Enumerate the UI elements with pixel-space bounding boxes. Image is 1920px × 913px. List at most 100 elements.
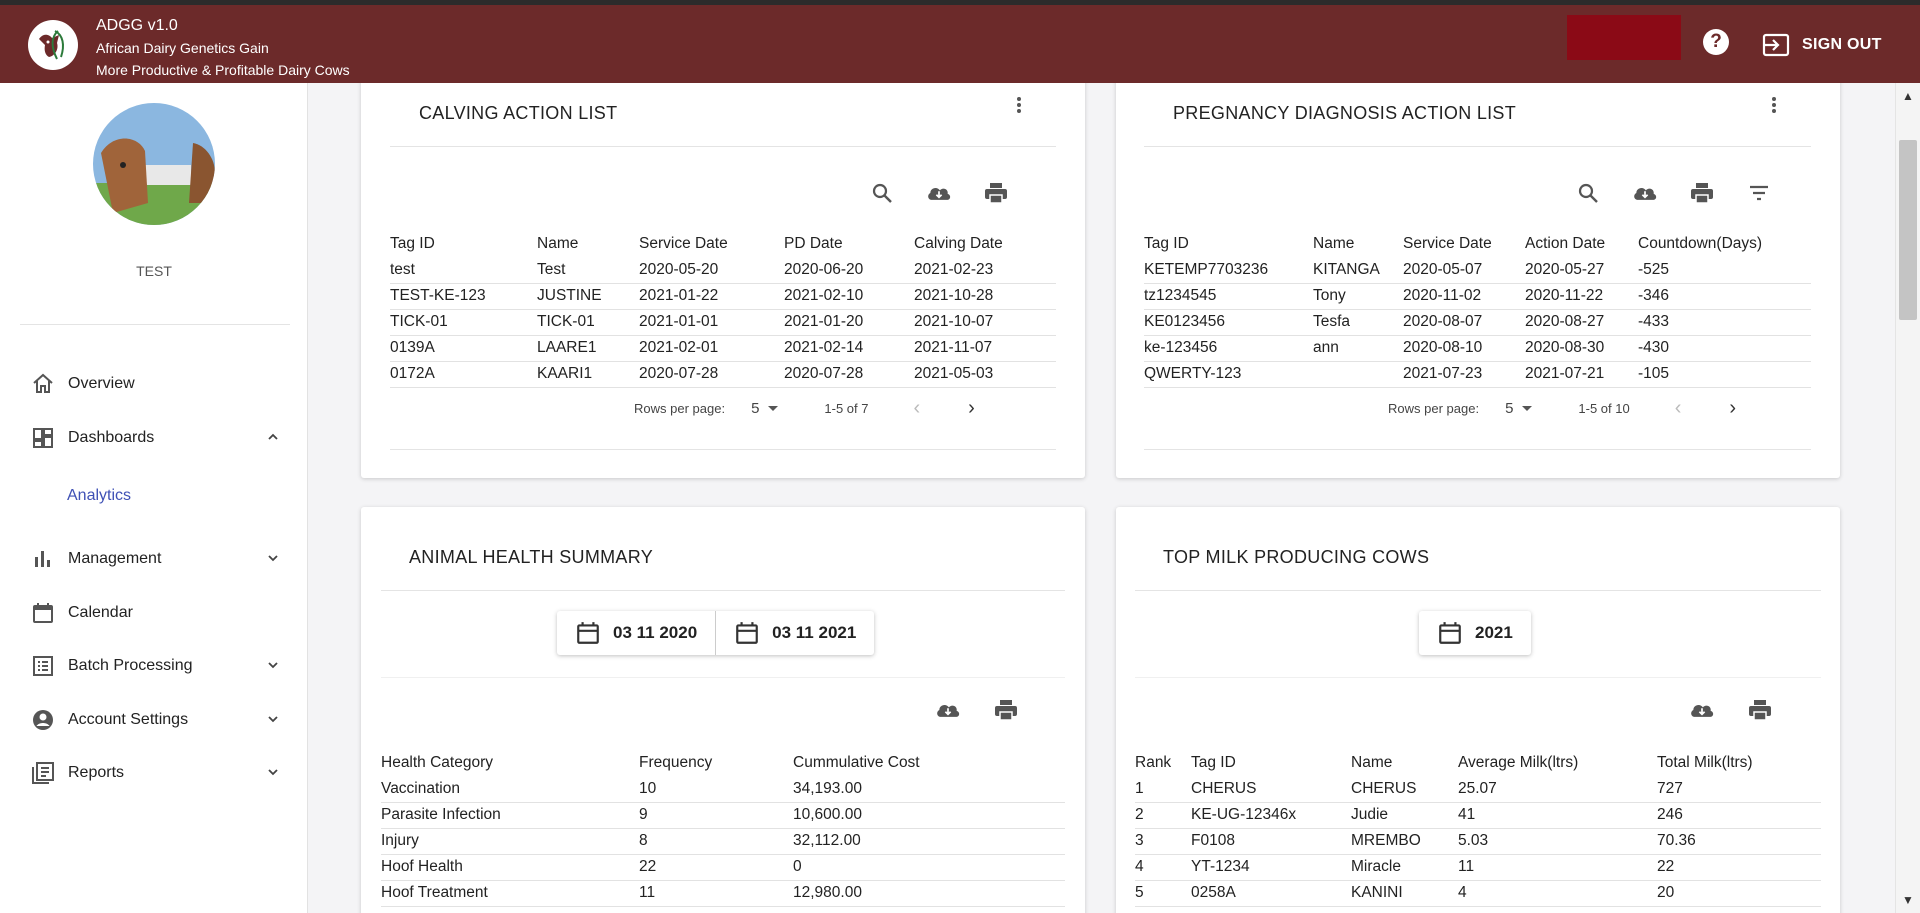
chevron-up-icon	[266, 430, 280, 449]
more-options-icon[interactable]	[1016, 95, 1022, 115]
sidebar-item-account-settings[interactable]: Account Settings	[30, 704, 280, 736]
sidebar-subitem-analytics[interactable]: Analytics	[67, 487, 131, 505]
dashboard-icon	[30, 425, 56, 451]
table-row[interactable]: TICK-01 TICK-01 2021-01-01 2021-01-20 2021-1…	[390, 309, 1056, 336]
date-to-button[interactable]: 03 11 2021	[715, 611, 874, 655]
column-header[interactable]: Rank	[1135, 750, 1191, 776]
table-row[interactable]: 0139A LAARE1 2021-02-01 2021-02-14 2021-11-0…	[390, 335, 1056, 362]
card-divider	[1135, 590, 1821, 591]
rows-per-page-select[interactable]: 5	[1505, 400, 1533, 417]
print-icon[interactable]	[1747, 697, 1773, 723]
scroll-down-arrow-icon[interactable]: ▼	[1902, 893, 1914, 907]
avatar[interactable]	[93, 103, 215, 225]
column-header[interactable]: Cummulative Cost	[793, 750, 1065, 776]
app-header: ADGG v1.0 African Dairy Genetics Gain Mo…	[0, 5, 1920, 83]
sidebar-item-batch-processing[interactable]: Batch Processing	[30, 650, 280, 682]
table-row[interactable]: 2 KE-UG-12346x Judie 41 246	[1135, 802, 1821, 829]
table-row[interactable]: Hoof Treatment 11 12,980.00	[381, 880, 1065, 907]
table-cell: 2020-05-07	[1403, 257, 1525, 284]
table-row[interactable]: 4 YT-1234 Miracle 11 22	[1135, 854, 1821, 881]
column-header[interactable]: Action Date	[1525, 231, 1638, 257]
table-cell: Judie	[1351, 802, 1458, 829]
sidebar-item-label: Dashboards	[68, 429, 155, 446]
sidebar-item-management[interactable]: Management	[30, 543, 280, 575]
column-header[interactable]: Average Milk(ltrs)	[1458, 750, 1657, 776]
more-options-icon[interactable]	[1771, 95, 1777, 115]
table-cell: 2020-07-28	[639, 361, 784, 388]
scrollbar-thumb[interactable]	[1899, 140, 1917, 320]
column-header[interactable]: Tag ID	[1191, 750, 1351, 776]
table-cell: 0172A	[390, 361, 537, 388]
column-header[interactable]: Calving Date	[914, 231, 1056, 257]
download-icon[interactable]	[935, 697, 961, 723]
table-row[interactable]: ke-123456 ann 2020-08-10 2020-08-30 -430	[1144, 335, 1811, 362]
sidebar-item-calendar[interactable]: Calendar	[30, 597, 280, 629]
table-row[interactable]: test Test 2020-05-20 2020-06-20 2021-02-23	[390, 257, 1056, 284]
table-cell: 2020-06-20	[784, 257, 914, 284]
help-icon[interactable]: ?	[1703, 29, 1729, 55]
column-header[interactable]: Name	[1351, 750, 1458, 776]
print-icon[interactable]	[993, 697, 1019, 723]
column-header[interactable]: Service Date	[639, 231, 784, 257]
column-header[interactable]: Tag ID	[390, 231, 537, 257]
column-header[interactable]: PD Date	[784, 231, 914, 257]
table-row[interactable]: Vaccination 10 34,193.00	[381, 776, 1065, 803]
table-row[interactable]: 0172A KAARI1 2020-07-28 2020-07-28 2021-05-0…	[390, 361, 1056, 388]
column-header[interactable]: Frequency	[639, 750, 793, 776]
header-action-button[interactable]	[1567, 15, 1681, 60]
table-cell: 2	[1135, 802, 1191, 829]
table-row[interactable]: KE0123456 Tesfa 2020-08-07 2020-08-27 -433	[1144, 309, 1811, 336]
column-header[interactable]: Name	[1313, 231, 1403, 257]
download-icon[interactable]	[926, 180, 952, 206]
sidebar-item-overview[interactable]: Overview	[30, 368, 280, 400]
column-header[interactable]: Name	[537, 231, 639, 257]
download-icon[interactable]	[1632, 180, 1658, 206]
table-row[interactable]: KETEMP7703236 KITANGA 2020-05-07 2020-05-27…	[1144, 257, 1811, 284]
table-row[interactable]: tz1234545 Tony 2020-11-02 2020-11-22 -346	[1144, 283, 1811, 310]
table-cell: Injury	[381, 828, 639, 855]
table-cell: 2021-01-20	[784, 309, 914, 336]
download-icon[interactable]	[1689, 697, 1715, 723]
table-cell: Hoof Health	[381, 854, 639, 881]
column-header[interactable]: Total Milk(ltrs)	[1657, 750, 1821, 776]
table-cell: 2021-05-03	[914, 361, 1056, 388]
print-icon[interactable]	[1689, 180, 1715, 206]
column-header[interactable]: Health Category	[381, 750, 639, 776]
table-header-row: Health Category Frequency Cummulative Co…	[381, 750, 1065, 776]
previous-page-icon[interactable]: ‹	[1675, 397, 1682, 420]
filter-icon[interactable]	[1746, 180, 1772, 206]
pregnancy-table: Tag ID Name Service Date Action Date Cou…	[1144, 231, 1811, 388]
search-icon[interactable]	[1575, 180, 1601, 206]
previous-page-icon[interactable]: ‹	[914, 397, 921, 420]
vertical-scrollbar[interactable]: ▲ ▼	[1895, 83, 1920, 913]
table-row[interactable]: 1 CHERUS CHERUS 25.07 727	[1135, 776, 1821, 803]
table-row[interactable]: Hoof Health 22 0	[381, 854, 1065, 881]
table-row[interactable]: 5 0258A KANINI 4 20	[1135, 880, 1821, 907]
print-icon[interactable]	[983, 180, 1009, 206]
column-header[interactable]: Tag ID	[1144, 231, 1313, 257]
rows-per-page-select[interactable]: 5	[751, 400, 779, 417]
column-header[interactable]: Service Date	[1403, 231, 1525, 257]
table-row[interactable]: Parasite Infection 9 10,600.00	[381, 802, 1065, 829]
search-icon[interactable]	[869, 180, 895, 206]
sidebar-item-dashboards[interactable]: Dashboards	[30, 422, 280, 454]
year-picker[interactable]: 2021	[1419, 611, 1531, 655]
table-row[interactable]: 3 F0108 MREMBO 5.03 70.36	[1135, 828, 1821, 855]
date-range-picker[interactable]: 03 11 2020 03 11 2021	[557, 611, 875, 655]
next-page-icon[interactable]: ›	[1729, 397, 1736, 420]
table-cell: 0139A	[390, 335, 537, 362]
table-cell: 10	[639, 776, 793, 803]
table-row[interactable]: Injury 8 32,112.00	[381, 828, 1065, 855]
column-header[interactable]: Countdown(Days)	[1638, 231, 1811, 257]
sidebar-item-reports[interactable]: Reports	[30, 757, 280, 789]
table-row[interactable]: TEST-KE-123 JUSTINE 2021-01-22 2021-02-10 20…	[390, 283, 1056, 310]
adgg-logo[interactable]	[28, 20, 78, 70]
year-button[interactable]: 2021	[1419, 611, 1531, 655]
table-row[interactable]: QWERTY-123 2021-07-23 2021-07-21 -105	[1144, 361, 1811, 388]
next-page-icon[interactable]: ›	[968, 397, 975, 420]
chevron-down-icon	[266, 551, 280, 570]
scroll-up-arrow-icon[interactable]: ▲	[1902, 89, 1914, 103]
calving-pagination: Rows per page: 5 1-5 of 7 ‹ ›	[634, 397, 975, 420]
sign-out-button[interactable]: SIGN OUT	[1762, 33, 1882, 57]
date-from-button[interactable]: 03 11 2020	[557, 611, 715, 655]
